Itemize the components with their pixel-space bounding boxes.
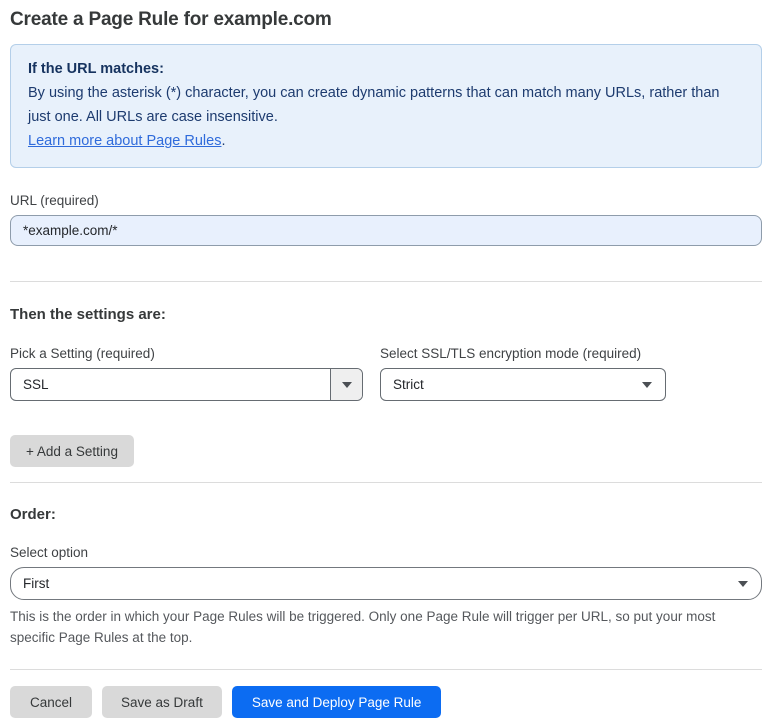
- setting-picker-caret-button[interactable]: [330, 369, 362, 400]
- order-select[interactable]: First: [10, 567, 762, 600]
- order-section-heading: Order:: [10, 506, 56, 523]
- settings-row: Pick a Setting (required) SSL Select SSL…: [10, 346, 762, 401]
- link-suffix: .: [221, 133, 226, 149]
- settings-section-heading: Then the settings are:: [10, 306, 166, 323]
- divider: [10, 669, 762, 670]
- ssl-mode-select[interactable]: Strict: [380, 368, 666, 401]
- page-rule-form: Create a Page Rule for example.com If th…: [0, 0, 772, 718]
- info-box-heading: If the URL matches:: [28, 61, 164, 77]
- ssl-mode-value: Strict: [393, 377, 424, 392]
- caret-down-icon: [341, 381, 352, 388]
- learn-more-link[interactable]: Learn more about Page Rules: [28, 133, 221, 149]
- add-setting-button[interactable]: + Add a Setting: [10, 435, 134, 467]
- cancel-button[interactable]: Cancel: [10, 686, 93, 718]
- footer-actions: Cancel Save as Draft Save and Deploy Pag…: [10, 686, 762, 718]
- save-and-deploy-button[interactable]: Save and Deploy Page Rule: [231, 686, 442, 718]
- page-title: Create a Page Rule for example.com: [10, 9, 332, 30]
- save-as-draft-button[interactable]: Save as Draft: [102, 686, 222, 718]
- ssl-mode-group: Select SSL/TLS encryption mode (required…: [380, 346, 666, 401]
- order-select-value: First: [23, 576, 50, 591]
- setting-picker-value: SSL: [23, 377, 49, 392]
- url-input[interactable]: [10, 215, 762, 246]
- url-field-label: URL (required): [10, 193, 99, 208]
- setting-picker-select[interactable]: SSL: [10, 368, 363, 401]
- info-box-link-line: Learn more about Page Rules.: [28, 129, 744, 153]
- info-box-body: By using the asterisk (*) character, you…: [28, 85, 720, 125]
- order-help-text: This is the order in which your Page Rul…: [10, 609, 716, 645]
- setting-picker-label: Pick a Setting (required): [10, 346, 155, 361]
- setting-picker-group: Pick a Setting (required) SSL: [10, 346, 363, 401]
- order-select-label: Select option: [10, 545, 89, 560]
- caret-down-icon: [738, 580, 748, 587]
- ssl-mode-label: Select SSL/TLS encryption mode (required…: [380, 346, 642, 361]
- url-match-info-box: If the URL matches: By using the asteris…: [10, 44, 762, 168]
- caret-down-icon: [642, 381, 652, 388]
